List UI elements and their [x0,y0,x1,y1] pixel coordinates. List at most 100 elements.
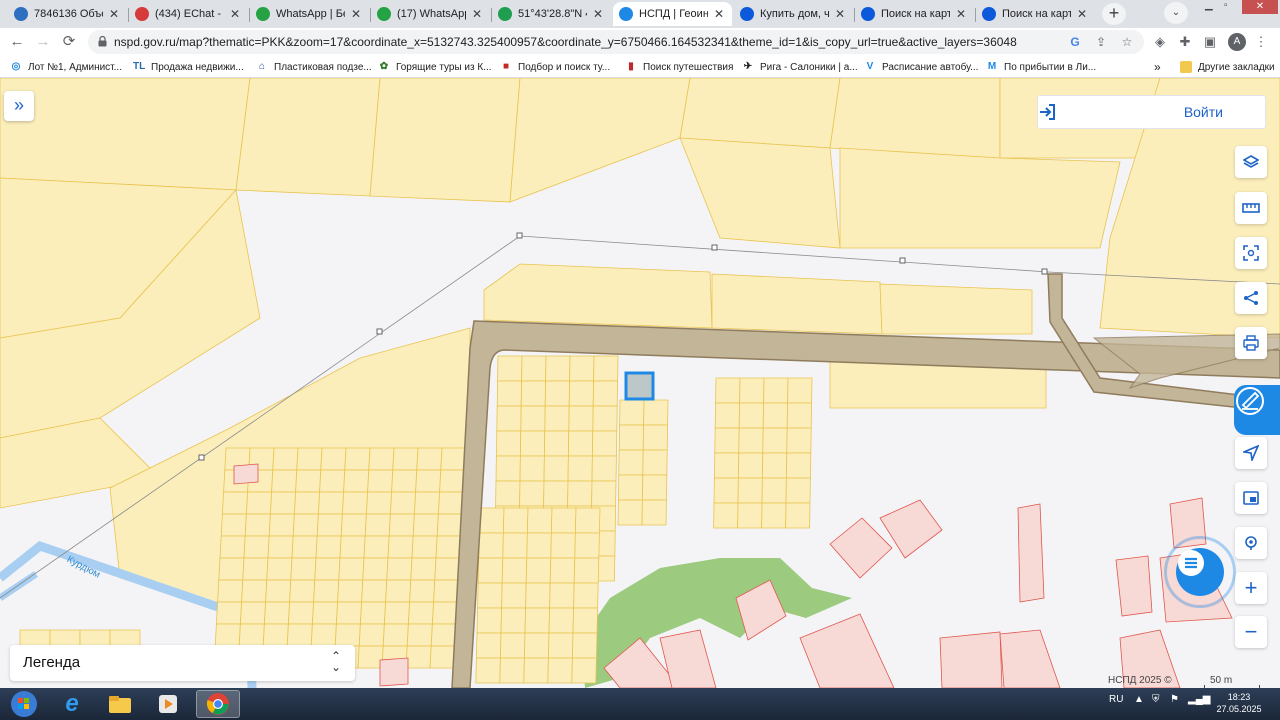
side-panel-icon[interactable]: ▣ [1201,32,1219,52]
small-parcel[interactable] [497,355,523,382]
bookmark-7[interactable]: ✈ Рига - Салоники | а... [742,59,860,75]
small-parcel[interactable] [263,601,291,625]
small-parcel[interactable] [502,532,528,559]
small-parcel[interactable] [335,601,363,625]
small-parcel[interactable] [315,535,342,559]
small-parcel[interactable] [478,532,504,559]
small-parcel[interactable] [311,601,339,625]
small-parcel[interactable] [368,447,395,471]
small-parcel[interactable] [495,480,521,507]
small-parcel[interactable] [643,399,669,426]
tab-close-icon[interactable]: ✕ [107,7,121,21]
small-parcel[interactable] [296,447,323,471]
small-parcel[interactable] [550,532,576,559]
small-parcel[interactable] [367,469,394,493]
small-parcel[interactable] [526,507,553,534]
small-parcel[interactable] [593,355,619,382]
small-parcel[interactable] [499,657,525,684]
small-parcel[interactable] [295,469,322,493]
small-parcel[interactable] [737,477,763,504]
small-parcel[interactable] [239,601,267,625]
small-parcel[interactable] [434,557,461,581]
small-parcel[interactable] [543,480,569,507]
small-parcel[interactable] [361,579,388,603]
small-parcel[interactable] [525,557,552,584]
small-parcel[interactable] [549,557,576,584]
small-parcel[interactable] [573,582,599,609]
small-parcel[interactable] [524,607,551,634]
small-parcel[interactable] [617,499,643,526]
small-parcel[interactable] [291,535,318,559]
small-parcel[interactable] [437,491,465,515]
small-parcel[interactable] [365,491,393,515]
cadastre-button[interactable] [1234,385,1280,435]
small-parcel[interactable] [410,557,437,581]
tray-flag-icon[interactable]: ⚑ [1170,694,1179,705]
small-parcel[interactable] [243,535,270,559]
small-parcel[interactable] [591,430,618,457]
land-parcel[interactable] [839,147,1121,249]
small-parcel[interactable] [267,535,294,559]
small-parcel[interactable] [269,491,297,515]
small-parcel[interactable] [547,657,573,684]
tab-search-icon[interactable]: ⌄ [1164,2,1188,24]
zoom-out-button[interactable]: − [1235,616,1267,648]
small-parcel[interactable] [385,579,412,603]
small-parcel[interactable] [433,579,460,603]
small-parcel[interactable] [568,380,595,407]
small-parcel[interactable] [362,557,389,581]
small-parcel[interactable] [439,469,466,493]
small-parcel[interactable] [475,657,501,684]
small-parcel[interactable] [409,579,436,603]
small-parcel[interactable] [713,477,739,504]
small-parcel[interactable] [293,491,321,515]
small-parcel[interactable] [289,579,316,603]
small-parcel[interactable] [737,502,763,529]
building[interactable] [1017,503,1045,603]
small-parcel[interactable] [383,601,411,625]
small-parcel[interactable] [266,557,293,581]
small-parcel[interactable] [550,507,577,534]
small-parcel[interactable] [292,513,319,537]
small-parcel[interactable] [548,607,575,634]
small-parcel[interactable] [358,623,385,647]
small-parcel[interactable] [761,452,788,479]
sidebar-toggle-button[interactable]: » [4,91,34,121]
small-parcel[interactable] [436,513,463,537]
tab-4[interactable]: (17) WhatsApp ✕ [371,2,490,26]
small-parcel[interactable] [619,399,645,426]
small-parcel[interactable] [217,579,244,603]
small-parcel[interactable] [521,355,547,382]
small-parcel[interactable] [338,557,365,581]
small-parcel[interactable] [242,557,269,581]
small-parcel[interactable] [241,579,268,603]
google-lens-icon[interactable]: G [1066,33,1084,51]
small-parcel[interactable] [499,632,526,659]
new-tab-button[interactable]: + [1102,3,1126,25]
layers-button[interactable] [1235,146,1267,178]
bookmark-8[interactable]: V Расписание автобу... [864,59,982,75]
small-parcel[interactable] [412,513,439,537]
small-parcel[interactable] [500,607,527,634]
small-parcel[interactable] [544,405,570,432]
small-parcel[interactable] [341,491,369,515]
small-parcel[interactable] [501,582,527,609]
small-parcel[interactable] [519,480,545,507]
small-parcel[interactable] [495,430,522,457]
small-parcel[interactable] [549,582,575,609]
tab-1[interactable]: 7846136 Объект ✕ [8,2,127,26]
puzzle-extensions-icon[interactable]: ✚ [1176,32,1194,52]
tab-3[interactable]: WhatsApp | Бесп ✕ [250,2,369,26]
small-parcel[interactable] [389,491,417,515]
small-parcel[interactable] [569,355,595,382]
small-parcel[interactable] [416,447,443,471]
land-parcel[interactable] [711,273,883,335]
small-parcel[interactable] [567,430,594,457]
small-parcel[interactable] [713,452,740,479]
small-parcel[interactable] [290,557,317,581]
small-parcel[interactable] [762,402,789,429]
extension-icon[interactable]: ◈ [1151,32,1169,52]
bookmark-4[interactable]: ✿ Горящие туры из К... [378,59,496,75]
small-parcel[interactable] [502,507,529,534]
small-parcel[interactable] [520,380,547,407]
